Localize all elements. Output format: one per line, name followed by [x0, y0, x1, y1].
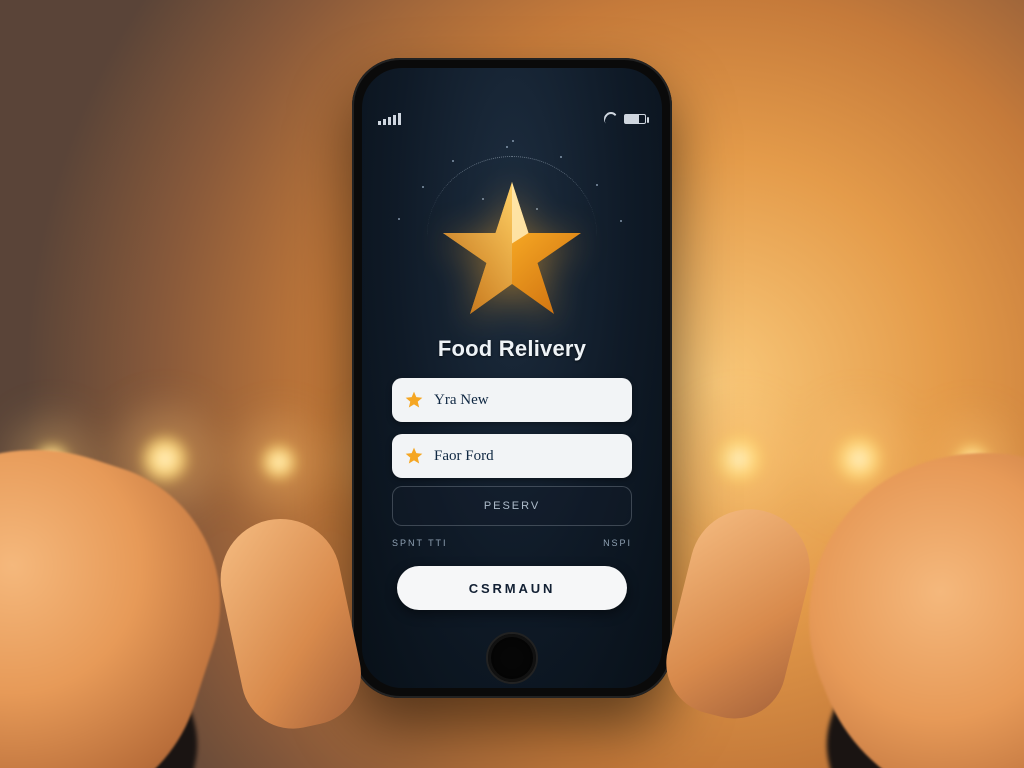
primary-button[interactable]: CSRMAUN: [397, 566, 627, 610]
option-list: Yra New Faor Ford: [392, 378, 632, 478]
app-title: Food Relivery: [362, 336, 662, 362]
caption-right: NSPI: [603, 538, 632, 548]
option-label: Yra New: [434, 392, 489, 409]
option-label: Faor Ford: [434, 448, 494, 465]
phone-device: Food Relivery Yra New Faor Ford PESERV: [352, 58, 672, 698]
option-row[interactable]: Yra New: [392, 378, 632, 422]
battery-icon: [624, 114, 646, 124]
caption-row: SPNT TTI NSPI: [392, 538, 632, 548]
star-icon: [404, 390, 424, 410]
scene-photo: Food Relivery Yra New Faor Ford PESERV: [0, 0, 1024, 768]
signal-icon: [378, 113, 401, 125]
home-button[interactable]: [486, 632, 538, 684]
phone-screen: Food Relivery Yra New Faor Ford PESERV: [362, 68, 662, 688]
primary-button-label: CSRMAUN: [469, 581, 555, 596]
star-icon: [404, 446, 424, 466]
caption-left: SPNT TTI: [392, 538, 448, 548]
secondary-button[interactable]: PESERV: [392, 486, 632, 526]
status-bar: [378, 110, 646, 128]
option-row[interactable]: Faor Ford: [392, 434, 632, 478]
star-hero-icon: [437, 176, 587, 326]
wifi-icon: [604, 112, 618, 126]
secondary-button-label: PESERV: [484, 500, 540, 512]
